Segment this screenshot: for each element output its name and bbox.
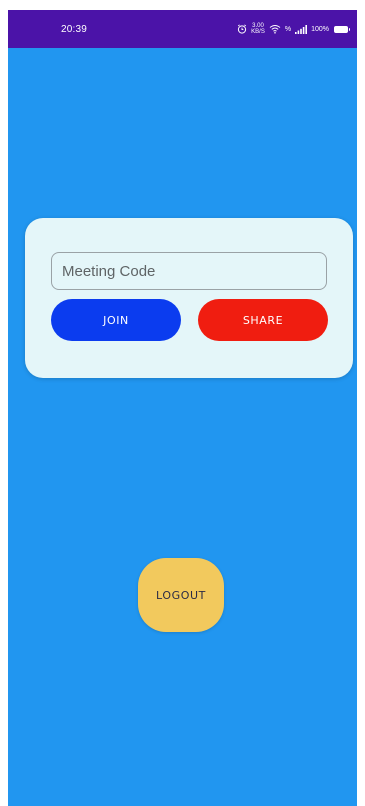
app-screen: 20:39 3.00 KB/S % 100% JOIN SHARE [8, 10, 357, 806]
wifi-icon [269, 24, 281, 34]
join-button[interactable]: JOIN [51, 299, 181, 341]
logout-button[interactable]: LOGOUT [138, 558, 224, 632]
net-speed-unit: KB/S [251, 29, 265, 35]
share-button[interactable]: SHARE [198, 299, 328, 341]
battery-icon [334, 25, 350, 33]
status-time: 20:39 [61, 23, 88, 35]
sim-label-text: % [284, 25, 292, 33]
meeting-card: JOIN SHARE [25, 218, 353, 378]
sim-label: % [285, 26, 291, 33]
alarm-icon [237, 24, 247, 34]
battery-percent: 100% [311, 25, 329, 33]
status-icons: 3.00 KB/S % 100% [237, 23, 350, 35]
meeting-code-input[interactable] [51, 252, 327, 290]
status-bar: 20:39 3.00 KB/S % 100% [8, 10, 357, 48]
net-speed: 3.00 KB/S [251, 23, 265, 35]
signal-icon [295, 24, 308, 34]
